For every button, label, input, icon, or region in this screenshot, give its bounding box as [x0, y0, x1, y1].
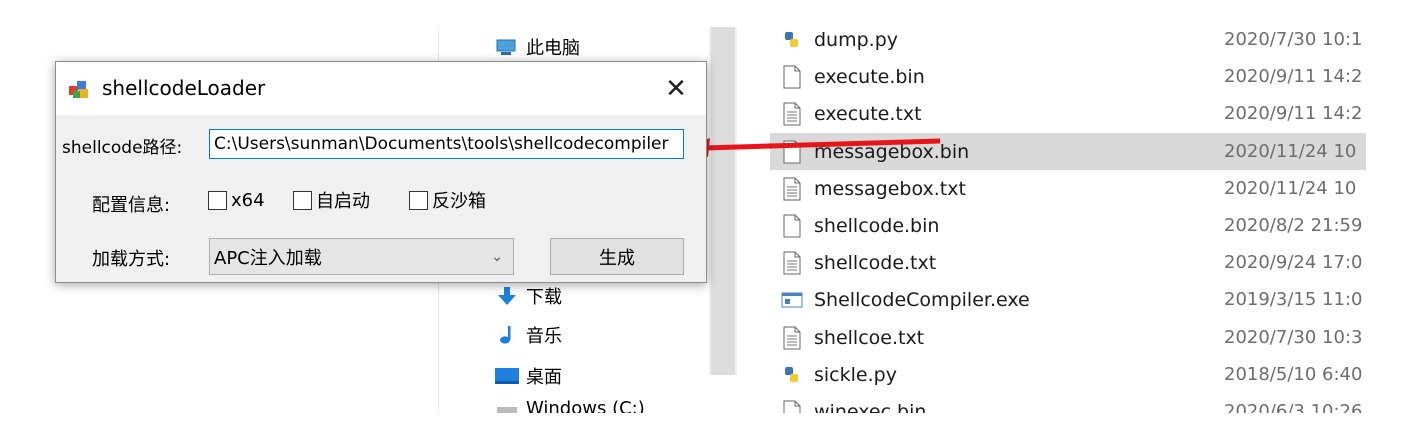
file-name: shellcode.bin	[814, 214, 940, 237]
load-method-select[interactable]: APC注入加载 ⌄	[209, 238, 514, 275]
nav-item-label: Windows (C:)	[526, 398, 645, 413]
file-row[interactable]: shellcoe.txt 2020/7/30 10:3	[770, 319, 1366, 356]
nav-item-downloads[interactable]: 下载	[494, 281, 562, 311]
file-name: shellcode.txt	[814, 251, 937, 274]
checkbox-box[interactable]	[208, 190, 227, 210]
config-label: 配置信息:	[92, 195, 171, 216]
file-date: 2020/7/30 10:3	[1224, 327, 1363, 348]
file-date: 2020/11/24 10	[1224, 178, 1357, 199]
blank-file-icon	[780, 64, 804, 90]
viewport-edge	[738, 413, 1401, 441]
chevron-down-icon: ⌄	[491, 249, 503, 265]
navigation-scrollbar-thumb[interactable]	[711, 27, 735, 375]
nav-item-music[interactable]: 音乐	[494, 320, 562, 350]
file-row[interactable]: ShellcodeCompiler.exe 2019/3/15 11:0	[770, 281, 1366, 318]
python-file-icon	[780, 362, 804, 388]
file-name: messagebox.txt	[814, 177, 966, 200]
shellcode-path-input[interactable]: C:\Users\sunman\Documents\tools\shellcod…	[209, 129, 684, 159]
file-row[interactable]: shellcode.txt 2020/9/24 17:0	[770, 244, 1366, 281]
checkbox-label: 反沙箱	[432, 191, 486, 212]
app-icon	[68, 78, 90, 100]
file-date: 2019/3/15 11:0	[1224, 289, 1363, 310]
file-row[interactable]: messagebox.txt 2020/11/24 10	[770, 170, 1366, 207]
file-date: 2020/9/11 14:2	[1224, 103, 1363, 124]
desktop-icon	[494, 365, 520, 387]
file-name: shellcoe.txt	[814, 326, 925, 349]
path-label: shellcode路径:	[62, 138, 183, 158]
file-row[interactable]: execute.txt 2020/9/11 14:2	[770, 95, 1366, 132]
nav-item-label: 下载	[526, 287, 562, 308]
load-method-value: APC注入加载	[214, 247, 322, 269]
checkbox-label: x64	[231, 189, 265, 211]
nav-item-label: 音乐	[526, 326, 562, 347]
nav-item-label: 此电脑	[526, 38, 580, 59]
blank-file-icon	[780, 213, 804, 239]
dialog-titlebar[interactable]: shellcodeLoader ✕	[56, 62, 706, 115]
annotation-arrow	[682, 138, 941, 157]
computer-icon	[494, 36, 520, 58]
text-file-icon	[780, 250, 804, 276]
file-row[interactable]: sickle.py 2018/5/10 6:40	[770, 356, 1366, 393]
close-button[interactable]: ✕	[654, 72, 698, 106]
anti-sandbox-checkbox[interactable]: 反沙箱	[409, 188, 486, 212]
file-row[interactable]: execute.bin 2020/9/11 14:2	[770, 58, 1366, 95]
text-file-icon	[780, 101, 804, 127]
file-name: sickle.py	[814, 363, 897, 386]
file-name: execute.bin	[814, 65, 925, 88]
nav-item-drive-c[interactable]: Windows (C:)	[494, 398, 645, 413]
file-date: 2020/11/24 10	[1224, 141, 1357, 162]
nav-item-this-pc[interactable]: 此电脑	[494, 32, 580, 62]
text-file-icon	[780, 176, 804, 202]
checkbox-box[interactable]	[409, 190, 428, 210]
nav-item-label: 桌面	[526, 367, 562, 388]
exe-file-icon	[780, 287, 804, 313]
file-date: 2020/9/11 14:2	[1224, 66, 1363, 87]
x64-checkbox[interactable]: x64	[208, 188, 265, 212]
python-file-icon	[780, 27, 804, 53]
dialog-title: shellcodeLoader	[102, 76, 266, 100]
file-row[interactable]: shellcode.bin 2020/8/2 21:59	[770, 207, 1366, 244]
generate-button[interactable]: 生成	[550, 238, 684, 275]
nav-item-desktop[interactable]: 桌面	[494, 361, 562, 391]
music-note-icon	[494, 324, 520, 346]
file-row[interactable]: dump.py 2020/7/30 10:1	[770, 21, 1366, 58]
autostart-checkbox[interactable]: 自启动	[293, 188, 370, 212]
file-date: 2018/5/10 6:40	[1224, 364, 1363, 385]
checkbox-box[interactable]	[293, 190, 312, 210]
file-name: execute.txt	[814, 102, 922, 125]
checkbox-label: 自启动	[316, 191, 370, 212]
file-date: 2020/8/2 21:59	[1224, 215, 1363, 236]
file-date: 2020/7/30 10:1	[1224, 29, 1363, 50]
file-name: dump.py	[814, 28, 899, 51]
load-method-label: 加载方式:	[92, 249, 171, 270]
download-arrow-icon	[494, 285, 520, 307]
text-file-icon	[780, 325, 804, 351]
drive-icon	[494, 398, 520, 413]
viewport-edge	[1366, 0, 1401, 441]
file-date: 2020/9/24 17:0	[1224, 252, 1363, 273]
shellcode-loader-dialog: shellcodeLoader ✕ shellcode路径: C:\Users\…	[55, 61, 707, 283]
file-name: ShellcodeCompiler.exe	[814, 288, 1030, 311]
